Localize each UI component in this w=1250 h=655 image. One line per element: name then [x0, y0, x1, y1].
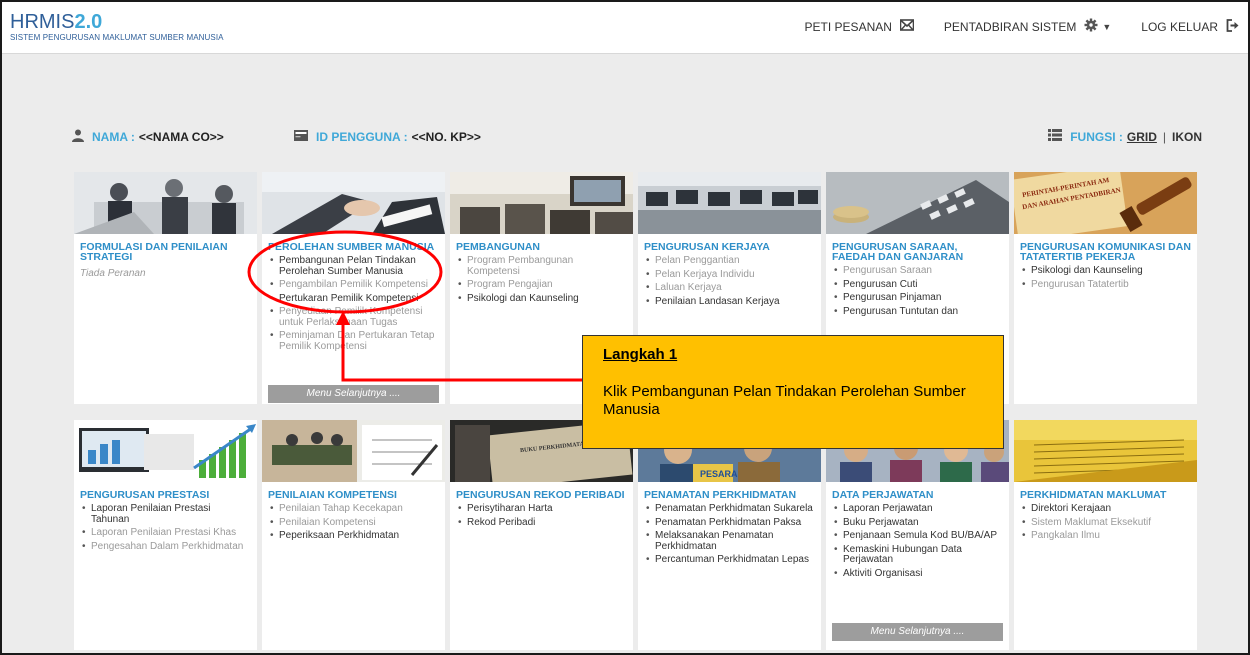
screenshot-frame: HRMIS2.0 SISTEM PENGURUSAN MAKLUMAT SUMB…: [0, 0, 1250, 655]
pointer-arrow-line: [341, 324, 582, 382]
highlight-ellipse: [247, 230, 443, 314]
annotation-overlay: [247, 230, 582, 382]
